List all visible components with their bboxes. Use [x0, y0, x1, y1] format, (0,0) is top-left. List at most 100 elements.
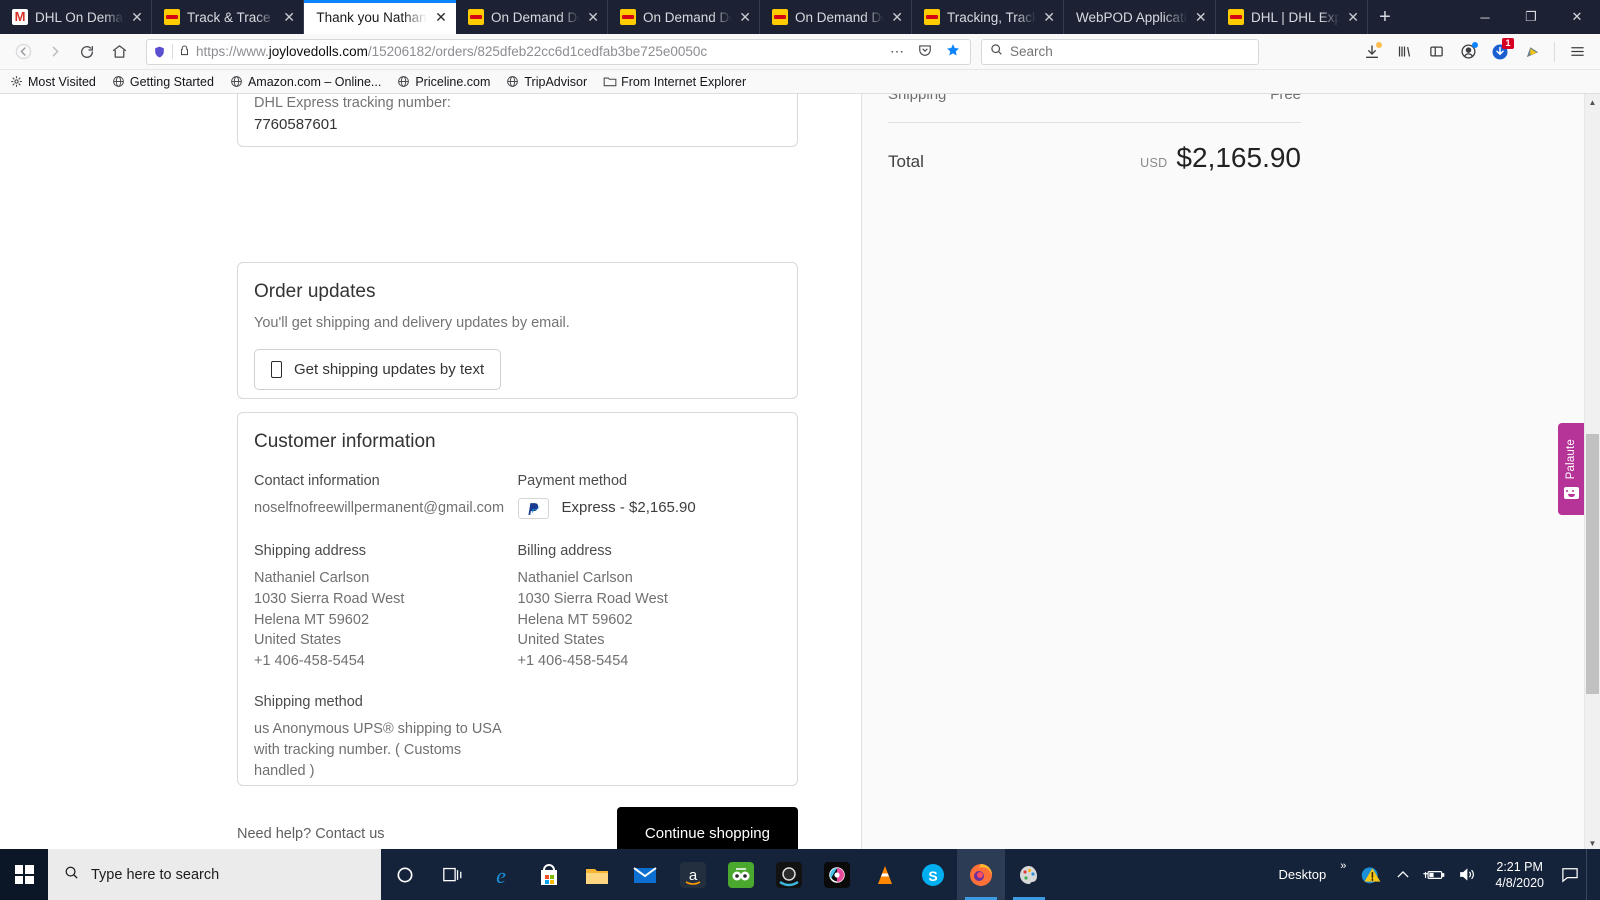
address-line: +1 406-458-5454 [517, 653, 629, 670]
tray-overflow-icon[interactable]: » [1333, 849, 1353, 900]
tray-desktop-label[interactable]: Desktop [1272, 849, 1334, 900]
page-footer: Need help? Contact us Continue shopping [237, 807, 798, 851]
tab-close-icon[interactable]: ✕ [434, 10, 448, 24]
tab-close-icon[interactable]: ✕ [1347, 10, 1359, 24]
file-explorer-icon[interactable] [573, 849, 621, 900]
payment-method-block: Payment method Express - $2,165.90 [517, 473, 782, 519]
browser-tab-1[interactable]: Track & Trace Expr ✕ [152, 0, 304, 34]
tab-close-icon[interactable]: ✕ [1043, 10, 1055, 24]
maximize-button[interactable]: ❐ [1508, 0, 1554, 34]
new-tab-button[interactable]: + [1368, 0, 1402, 34]
folder-icon [603, 75, 617, 88]
home-button[interactable] [104, 37, 134, 67]
reload-button[interactable] [72, 37, 102, 67]
browser-tab-3[interactable]: On Demand Deliv ✕ [456, 0, 608, 34]
downloads-icon[interactable] [1357, 37, 1387, 67]
skype-icon[interactable]: S [909, 849, 957, 900]
speaker-icon[interactable] [1452, 849, 1485, 900]
bookmark-folder-from-internet-explorer[interactable]: From Internet Explorer [603, 75, 746, 89]
photo-editor-icon[interactable] [813, 849, 861, 900]
sidebar-icon[interactable] [1421, 37, 1451, 67]
task-view-icon[interactable] [429, 849, 477, 900]
chevron-up-icon[interactable] [1390, 849, 1416, 900]
tab-close-icon[interactable]: ✕ [739, 10, 751, 24]
vlc-media-player-icon[interactable] [861, 849, 909, 900]
feedback-tab[interactable]: Palaute [1558, 423, 1584, 515]
tray-clock[interactable]: 2:21 PM 4/8/2020 [1485, 859, 1554, 891]
tripadvisor-icon[interactable] [717, 849, 765, 900]
browser-tab-0[interactable]: DHL On Demand ✕ [0, 0, 152, 34]
hamburger-menu-icon[interactable] [1562, 37, 1592, 67]
camera-app-icon[interactable] [765, 849, 813, 900]
edge-icon[interactable]: e [477, 849, 525, 900]
close-window-button[interactable]: ✕ [1554, 0, 1600, 34]
bookmark-amazon[interactable]: Amazon.com – Online... [230, 75, 381, 89]
battery-charging-icon[interactable] [1416, 849, 1452, 900]
tab-close-icon[interactable]: ✕ [1195, 10, 1207, 24]
page-viewport: DHL Express tracking number: 7760587601 … [0, 94, 1600, 851]
shield-icon[interactable] [153, 45, 166, 59]
taskbar-search-placeholder: Type here to search [91, 866, 220, 883]
gmail-icon [12, 9, 28, 25]
address-line: Nathaniel Carlson [254, 570, 370, 586]
tab-title: On Demand Deliv [491, 9, 580, 25]
vertical-scrollbar[interactable]: ▲ ▼ [1584, 94, 1600, 851]
pocket-icon[interactable] [914, 43, 936, 60]
address-line: United States [517, 632, 605, 649]
contact-us-link[interactable]: Need help? Contact us [237, 826, 385, 842]
download-manager-icon[interactable]: 1 [1485, 37, 1515, 67]
browser-tab-5[interactable]: On Demand Deliv ✕ [760, 0, 912, 34]
paint-icon[interactable] [1005, 849, 1053, 900]
downloads-badge-dot [1376, 41, 1382, 48]
tab-close-icon[interactable]: ✕ [131, 10, 143, 24]
amazon-icon[interactable]: a [669, 849, 717, 900]
bookmark-most-visited[interactable]: Most Visited [10, 75, 96, 89]
cortana-circle-icon[interactable] [381, 849, 429, 900]
url-bar[interactable]: https://www.joylovedolls.com/15206182/or… [146, 38, 971, 65]
tab-close-icon[interactable]: ✕ [283, 10, 295, 24]
ellipsis-icon[interactable]: ⋯ [886, 43, 908, 60]
padlock-icon[interactable] [179, 44, 190, 60]
library-icon[interactable] [1389, 37, 1419, 67]
dhl-icon [164, 9, 180, 25]
toolbar-divider [1554, 41, 1555, 62]
tab-close-icon[interactable]: ✕ [891, 10, 903, 24]
bookmark-getting-started[interactable]: Getting Started [112, 75, 214, 89]
browser-tab-7[interactable]: WebPOD Application ✕ [1064, 0, 1216, 34]
account-icon[interactable] [1453, 37, 1483, 67]
bookmark-priceline[interactable]: Priceline.com [397, 75, 490, 89]
tab-close-icon[interactable]: ✕ [587, 10, 599, 24]
continue-shopping-button[interactable]: Continue shopping [616, 807, 798, 851]
show-desktop-button[interactable] [1586, 849, 1596, 900]
scrollbar-thumb[interactable] [1586, 434, 1599, 694]
shipping-method-block: Shipping method us Anonymous UPS® shippi… [254, 694, 518, 781]
extension-icon[interactable] [1517, 37, 1547, 67]
mail-icon[interactable] [621, 849, 669, 900]
shipping-address-heading: Shipping address [254, 543, 367, 559]
action-center-icon[interactable] [1554, 849, 1586, 900]
forward-button[interactable] [40, 37, 70, 67]
back-button[interactable] [8, 37, 38, 67]
microsoft-store-icon[interactable] [525, 849, 573, 900]
taskbar-search-box[interactable]: Type here to search [48, 849, 381, 900]
bookmark-star-icon[interactable] [942, 43, 964, 61]
search-icon [990, 43, 1003, 61]
browser-tab-6[interactable]: Tracking, Track Pa ✕ [912, 0, 1064, 34]
order-summary-column: Shipping Free Total USD $2,165.90 Palaut… [862, 94, 1584, 851]
search-bar[interactable]: Search [981, 38, 1259, 65]
tray-time: 2:21 PM [1496, 859, 1543, 874]
minimize-button[interactable]: ─ [1462, 0, 1508, 34]
bookmark-tripadvisor[interactable]: TripAdvisor [506, 75, 587, 89]
order-updates-card: Order updates You'll get shipping and de… [237, 262, 798, 399]
browser-tab-8[interactable]: DHL | DHL Express ✕ [1216, 0, 1368, 34]
browser-tab-4[interactable]: On Demand Deliv ✕ [608, 0, 760, 34]
browser-tab-2-active[interactable]: Thank you Nathan ✕ [304, 0, 456, 34]
warning-triangle-icon[interactable] [1353, 849, 1390, 900]
contact-information-heading: Contact information [254, 473, 380, 489]
order-details-column: DHL Express tracking number: 7760587601 … [0, 94, 862, 851]
get-shipping-updates-by-text-button[interactable]: Get shipping updates by text [254, 349, 502, 390]
firefox-icon[interactable] [957, 849, 1005, 900]
start-button[interactable] [0, 849, 48, 900]
scroll-up-arrow-icon[interactable]: ▲ [1585, 94, 1600, 110]
sms-button-label: Get shipping updates by text [294, 361, 485, 378]
